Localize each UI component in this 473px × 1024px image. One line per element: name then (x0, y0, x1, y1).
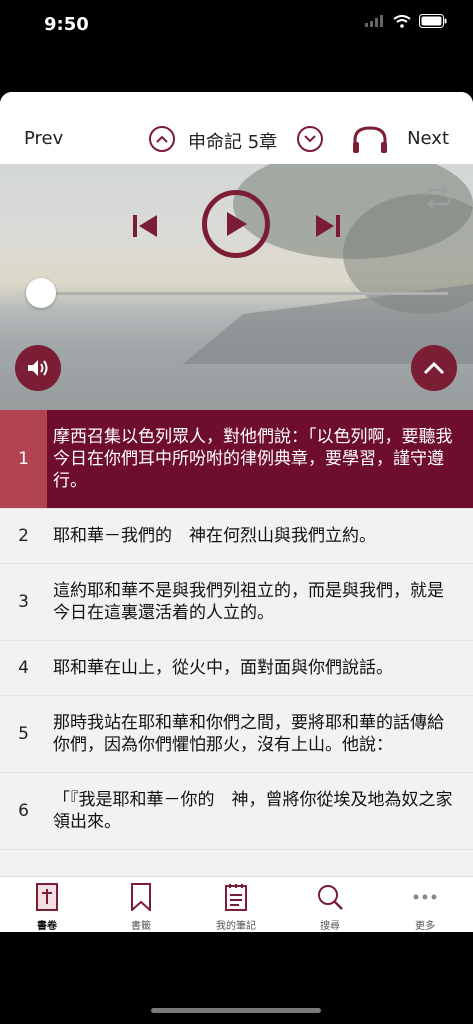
tab-bookmarks[interactable]: 書籤 (94, 883, 188, 932)
tab-notes[interactable]: 我的筆記 (189, 883, 283, 932)
signal-icon (365, 15, 383, 27)
verse-number: 6 (18, 801, 29, 821)
repeat-icon[interactable] (423, 186, 453, 208)
verse-number: 2 (18, 526, 29, 546)
bookmark-icon (131, 883, 151, 913)
verse-row[interactable]: 2 耶和華－我們的 神在何烈山與我們立約。 (0, 509, 473, 564)
verse-number: 1 (0, 410, 47, 508)
progress-track[interactable] (40, 292, 448, 295)
verse-row[interactable]: 1 摩西召集以色列眾人，對他們說：「以色列啊，要聽我今日在你們耳中所吩咐的律例典… (0, 410, 473, 509)
status-icons (365, 14, 447, 28)
verse-row[interactable]: 6 「『我是耶和華－你的 神，曾將你從埃及地為奴之家領出來。 (0, 773, 473, 850)
speaker-icon (28, 360, 48, 376)
tab-label: 我的筆記 (216, 921, 256, 932)
prev-chapter-button[interactable]: Prev (24, 128, 63, 149)
chevron-up-icon (423, 361, 445, 375)
verse-text: 耶和華－我們的 神在何烈山與我們立約。 (53, 526, 376, 546)
battery-icon (419, 14, 447, 28)
audio-player (0, 164, 473, 410)
play-button[interactable] (202, 190, 270, 258)
verse-row[interactable]: 3 這約耶和華不是與我們列祖立的，而是與我們，就是今日在這裏還活着的人立的。 (0, 564, 473, 641)
tab-label: 書籤 (131, 921, 151, 932)
chevron-down-icon (304, 135, 316, 143)
verse-list: 1 摩西召集以色列眾人，對他們說：「以色列啊，要聽我今日在你們耳中所吩咐的律例典… (0, 410, 473, 876)
verse-text: 摩西召集以色列眾人，對他們說：「以色列啊，要聽我今日在你們耳中所吩咐的律例典章，… (53, 427, 453, 491)
verse-text: 這約耶和華不是與我們列祖立的，而是與我們，就是今日在這裏還活着的人立的。 (53, 581, 444, 623)
verse-number: 4 (18, 658, 29, 678)
verse-row[interactable]: 5 那時我站在耶和華和你們之間，要將耶和華的話傳給你們，因為你們懼怕那火，沒有上… (0, 696, 473, 773)
collapse-player-button[interactable] (411, 345, 457, 391)
tab-label: 書卷 (37, 921, 57, 932)
skip-next-icon[interactable] (314, 214, 340, 238)
chapter-title[interactable]: 申命記 5章 (188, 128, 277, 154)
bible-icon (36, 883, 58, 911)
tab-label: 更多 (415, 921, 435, 932)
tab-books[interactable]: 書卷 (0, 883, 94, 932)
verse-text: 那時我站在耶和華和你們之間，要將耶和華的話傳給你們，因為你們懼怕那火，沒有上山。… (53, 713, 444, 755)
verse-number: 5 (18, 724, 29, 744)
wifi-icon (393, 14, 411, 28)
volume-button[interactable] (15, 345, 61, 391)
play-icon (227, 212, 247, 236)
verse-number: 3 (18, 592, 29, 612)
progress-slider-knob[interactable] (26, 278, 56, 308)
chapter-up-button[interactable] (149, 126, 175, 152)
search-icon (318, 885, 343, 910)
tab-more[interactable]: 更多 (378, 883, 472, 932)
tab-bar: 書卷 書籤 我的筆記 搜尋 更多 (0, 876, 473, 932)
more-icon (413, 894, 437, 900)
skip-previous-icon[interactable] (133, 214, 159, 238)
headphones-icon[interactable] (351, 126, 389, 154)
chevron-up-icon (156, 135, 168, 143)
chapter-down-button[interactable] (297, 126, 323, 152)
tab-label: 搜尋 (320, 921, 340, 932)
verse-text: 耶和華在山上，從火中，面對面與你們說話。 (53, 658, 393, 678)
next-chapter-button[interactable]: Next (407, 128, 449, 149)
notes-icon (225, 884, 247, 911)
verse-row[interactable]: 4 耶和華在山上，從火中，面對面與你們說話。 (0, 641, 473, 696)
home-indicator (151, 1008, 321, 1013)
reader-sheet: Prev 申命記 5章 Next 1 摩西召集以色列眾人，對他們說：「以色列啊，… (0, 92, 473, 932)
tab-search[interactable]: 搜尋 (283, 883, 377, 932)
chapter-nav: Prev 申命記 5章 Next (0, 92, 473, 164)
status-bar: 9:50 (0, 0, 473, 52)
verse-text: 「『我是耶和華－你的 神，曾將你從埃及地為奴之家領出來。 (53, 790, 453, 832)
status-time: 9:50 (44, 14, 89, 35)
